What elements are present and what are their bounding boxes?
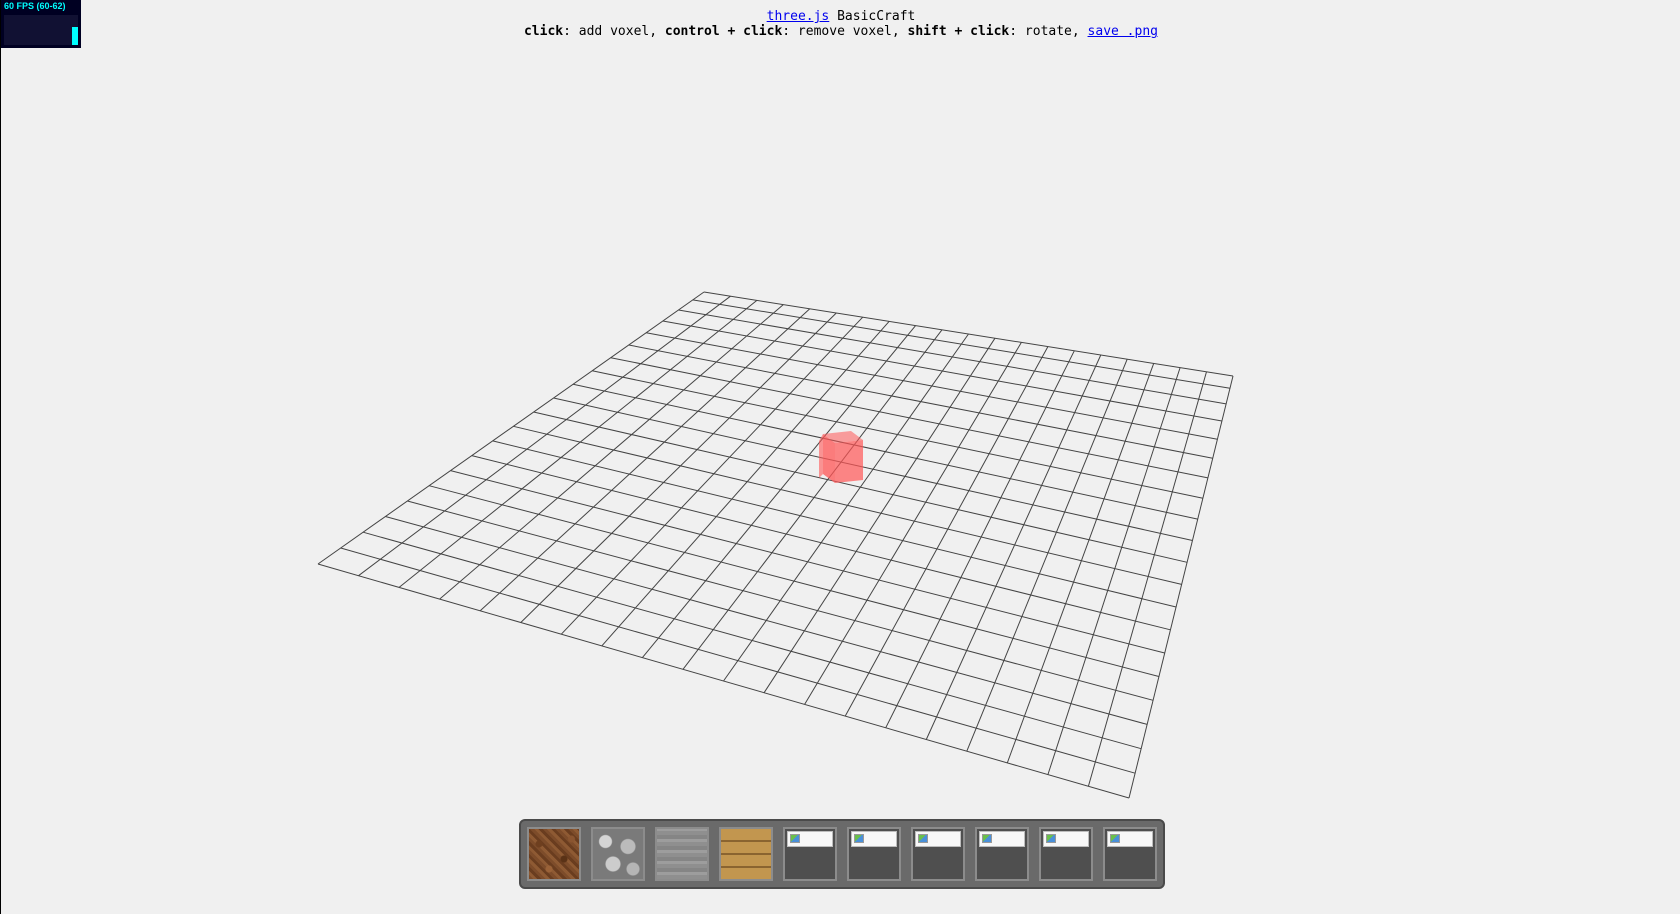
hotbar-slot-10-broken-image[interactable] — [1103, 827, 1157, 881]
broken-image-icon — [787, 831, 833, 847]
voxel-face-left — [819, 434, 823, 478]
instr-shift: shift + click — [907, 24, 1010, 39]
grid-line-v-17 — [1006, 363, 1155, 764]
grid-line-v-16 — [966, 359, 1128, 752]
broken-image-icon — [1107, 831, 1153, 847]
grid-line-v-8 — [642, 325, 916, 658]
fps-stats-panel[interactable]: 60 FPS (60-62) — [1, 0, 81, 48]
hotbar-slot-3-stone-brick[interactable] — [655, 827, 709, 881]
viewport[interactable]: three.js BasicCraft click: add voxel, co… — [0, 0, 1680, 914]
grid-line-v-6 — [560, 316, 864, 635]
fps-graph — [4, 15, 78, 45]
save-png-link[interactable]: save .png — [1088, 24, 1158, 39]
grid-line-v-10 — [723, 333, 969, 682]
broken-image-icon — [1043, 831, 1089, 847]
hotbar-slot-1-dirt[interactable] — [527, 827, 581, 881]
broken-image-icon — [915, 831, 961, 847]
instructions-line: click: add voxel, control + click: remov… — [1, 24, 1680, 39]
hotbar-slot-5-broken-image[interactable] — [783, 827, 837, 881]
instr-shift-desc: : rotate, — [1009, 24, 1088, 39]
hotbar-slot-6-broken-image[interactable] — [847, 827, 901, 881]
hotbar-slot-8-broken-image[interactable] — [975, 827, 1029, 881]
hotbar-slot-2-cobblestone[interactable] — [591, 827, 645, 881]
fps-graph-bar — [72, 26, 78, 45]
grid-line-h-19 — [340, 547, 1136, 774]
instr-control-desc: : remove voxel, — [782, 24, 908, 39]
hotbar — [519, 819, 1165, 889]
grid-line-h-18 — [362, 531, 1142, 750]
title-line: three.js BasicCraft — [1, 9, 1680, 24]
app-name: BasicCraft — [829, 9, 916, 24]
hotbar-slot-9-broken-image[interactable] — [1039, 827, 1093, 881]
ground-grid[interactable] — [317, 291, 1234, 799]
fps-text: 60 FPS (60-62) — [4, 1, 66, 11]
grid-line-v-0 — [317, 291, 705, 565]
grid-line-v-12 — [804, 342, 1022, 705]
grid-line-v-13 — [844, 346, 1049, 717]
grid-line-v-5 — [520, 312, 837, 623]
instr-click: click — [523, 24, 564, 39]
voxel-scene[interactable] — [1, 0, 1680, 914]
threejs-link[interactable]: three.js — [767, 9, 830, 24]
hotbar-slot-4-wood-plank[interactable] — [719, 827, 773, 881]
broken-image-icon — [851, 831, 897, 847]
voxel-face-side — [835, 440, 863, 483]
grid-line-v-20 — [1128, 375, 1234, 799]
cursor-voxel — [819, 431, 863, 483]
instr-click-desc: : add voxel, — [563, 24, 665, 39]
instr-control: control + click — [664, 24, 783, 39]
grid-line-v-15 — [925, 354, 1102, 740]
grid-line-h-20 — [317, 563, 1130, 799]
info-panel: three.js BasicCraft click: add voxel, co… — [1, 9, 1680, 39]
hotbar-slot-7-broken-image[interactable] — [911, 827, 965, 881]
broken-image-icon — [979, 831, 1025, 847]
